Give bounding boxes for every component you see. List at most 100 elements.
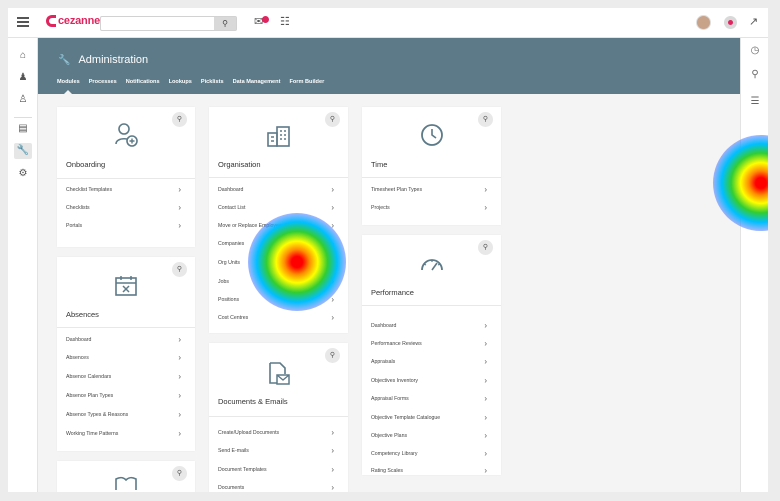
pin-icon[interactable]: ⚲ <box>325 112 340 127</box>
export-icon[interactable]: ↗ <box>749 17 758 28</box>
search-icon: ⚲ <box>222 19 228 28</box>
book-icon <box>115 476 137 490</box>
list-item[interactable]: Create/Upload Documents › <box>218 424 334 442</box>
list-item[interactable]: Dashboard › <box>66 331 181 349</box>
list-item[interactable]: Timesheet Plan Types › <box>371 181 487 199</box>
list-item[interactable]: Send E-mails › <box>218 442 334 460</box>
person-icon[interactable]: ♙ <box>14 92 32 108</box>
list-item[interactable]: Checklist Templates › <box>66 181 181 199</box>
chevron-right-icon: › <box>331 483 334 492</box>
list-item[interactable]: Objective Plans › <box>371 427 487 445</box>
list-item[interactable]: Document Templates › <box>218 461 334 479</box>
pin-icon[interactable]: ⚲ <box>478 240 493 255</box>
list-item[interactable]: Projects › <box>371 199 487 217</box>
list-item[interactable]: Competency Library › <box>371 445 487 463</box>
gear-icon[interactable]: ⚙ <box>14 166 32 182</box>
time-card: ⚲ Time Timesheet Plan Types › Projects › <box>362 107 501 225</box>
card-title: Organisation <box>218 160 261 169</box>
list-item[interactable]: Positions › <box>218 291 334 309</box>
pin-icon[interactable]: ⚲ <box>172 466 187 481</box>
tab-modules[interactable]: Modules <box>57 79 80 94</box>
zoom-icon[interactable]: ⚲ <box>747 67 763 83</box>
status-icon[interactable] <box>724 16 737 29</box>
calendar-icon[interactable]: ☷ <box>280 17 290 28</box>
chevron-right-icon: › <box>331 258 334 267</box>
logo-mark <box>46 15 56 27</box>
clock-icon <box>420 124 443 146</box>
chevron-right-icon: › <box>178 372 181 381</box>
wrench-icon[interactable]: 🔧 <box>14 143 32 159</box>
module-card: ⚲ <box>57 461 195 492</box>
card-title: Documents & Emails <box>218 397 288 406</box>
list-item[interactable]: Portals › <box>66 217 181 235</box>
list-item[interactable]: Companies › <box>218 235 334 253</box>
tab-lookups[interactable]: Lookups <box>169 79 192 93</box>
chart-icon[interactable]: ▤ <box>14 121 32 137</box>
page-header: 🔧 Administration Modules Processes Notif… <box>38 38 740 94</box>
pin-icon[interactable]: ⚲ <box>325 348 340 363</box>
layers-icon[interactable]: ☰ <box>747 94 763 110</box>
chevron-right-icon: › <box>484 431 487 440</box>
divider <box>57 327 195 328</box>
user-avatar[interactable] <box>696 15 711 30</box>
list-item[interactable]: Absences › <box>66 349 181 367</box>
top-bar: cezanne ⚲ ✉ ☷ ↗ <box>8 8 768 38</box>
wrench-icon: 🔧 <box>58 54 71 66</box>
list-item[interactable]: Dashboard › <box>218 181 334 199</box>
tab-form-builder[interactable]: Form Builder <box>289 79 324 93</box>
chevron-right-icon: › <box>178 203 181 212</box>
chevron-right-icon: › <box>331 465 334 474</box>
cezanne-logo[interactable]: cezanne <box>46 15 100 27</box>
pin-icon[interactable]: ⚲ <box>172 112 187 127</box>
chevron-right-icon: › <box>178 185 181 194</box>
menu-icon[interactable] <box>17 17 29 27</box>
people-icon[interactable]: ♟ <box>14 70 32 86</box>
right-sidebar: ◷ ⚲ ☰ <box>740 38 768 492</box>
chevron-right-icon: › <box>331 203 334 212</box>
chevron-right-icon: › <box>484 321 487 330</box>
list-item[interactable]: Move or Replace Employees › <box>218 217 334 235</box>
list-item[interactable]: Jobs › <box>218 273 334 291</box>
list-item[interactable]: Rating Scales › <box>371 462 487 480</box>
list-item[interactable]: Objective Template Catalogue › <box>371 409 487 427</box>
history-icon[interactable]: ◷ <box>747 43 763 59</box>
chevron-right-icon: › <box>178 221 181 230</box>
list-item[interactable]: Absence Types & Reasons › <box>66 406 181 424</box>
divider <box>57 178 195 179</box>
list-item[interactable]: Documents › <box>218 479 334 492</box>
tab-notifications[interactable]: Notifications <box>126 79 160 93</box>
chevron-right-icon: › <box>331 446 334 455</box>
list-item[interactable]: Objectives Inventory › <box>371 372 487 390</box>
calendar-cancel-icon <box>115 276 137 296</box>
tab-data-management[interactable]: Data Management <box>233 79 281 93</box>
home-icon[interactable]: ⌂ <box>14 48 32 64</box>
list-item[interactable]: Appraisals › <box>371 353 487 371</box>
chevron-right-icon: › <box>484 466 487 475</box>
chevron-right-icon: › <box>331 221 334 230</box>
list-item[interactable]: Absence Plan Types › <box>66 387 181 405</box>
list-item[interactable]: Contact List › <box>218 199 334 217</box>
chevron-right-icon: › <box>484 339 487 348</box>
performance-card: ⚲ Performance Dashboard › Performance Rev… <box>362 235 501 475</box>
chevron-right-icon: › <box>331 295 334 304</box>
list-item[interactable]: Performance Reviews › <box>371 335 487 353</box>
pin-icon[interactable]: ⚲ <box>172 262 187 277</box>
page-title: Administration <box>78 54 149 66</box>
search-button[interactable]: ⚲ <box>214 17 236 30</box>
onboarding-card: ⚲ Onboarding Checklist Templates › Checkl… <box>57 107 195 247</box>
divider <box>362 177 501 178</box>
chevron-right-icon: › <box>484 203 487 212</box>
card-title: Absences <box>66 310 99 319</box>
list-item[interactable]: Working Time Patterns › <box>66 425 181 443</box>
tab-picklists[interactable]: Picklists <box>201 79 224 93</box>
pin-icon[interactable]: ⚲ <box>478 112 493 127</box>
list-item[interactable]: Absence Calendars › <box>66 368 181 386</box>
search-input[interactable]: ⚲ <box>100 16 237 31</box>
list-item[interactable]: Cost Centres › <box>218 309 334 327</box>
list-item[interactable]: Checklists › <box>66 199 181 217</box>
tab-processes[interactable]: Processes <box>89 79 117 93</box>
list-item[interactable]: Dashboard › <box>371 317 487 335</box>
logo-text: cezanne <box>58 15 101 27</box>
list-item[interactable]: Appraisal Forms › <box>371 390 487 408</box>
list-item[interactable]: Org Units › <box>218 254 334 272</box>
